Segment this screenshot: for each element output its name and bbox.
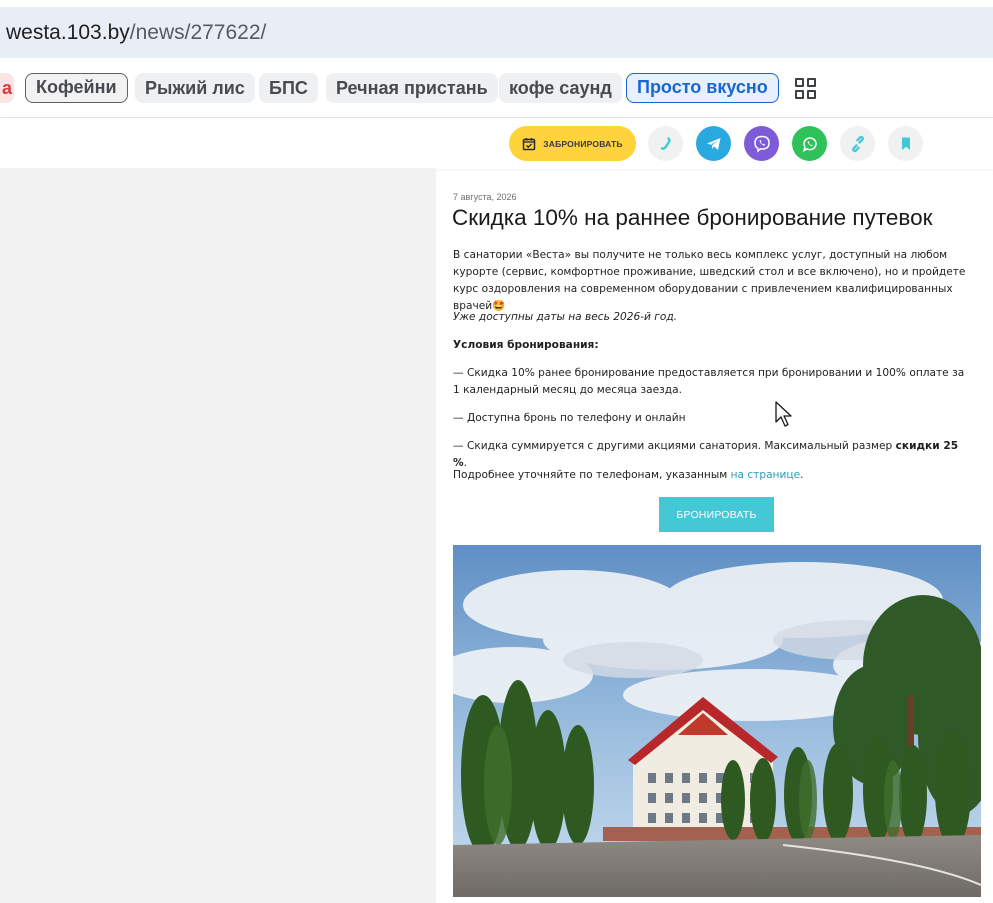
sanatorium-photo [453,545,981,897]
details-suffix: . [800,469,804,481]
whatsapp-button[interactable] [792,126,827,161]
url-text[interactable]: westa.103.by/news/277622/ [6,21,266,45]
chip-ryzhiy-lis[interactable]: Рыжий лис [135,73,255,103]
share-link-button[interactable] [840,126,875,161]
url-path: /news/277622/ [129,21,267,44]
share-link-icon [851,135,864,152]
condition-1: — Скидка 10% ранее бронирование предоста… [453,367,965,396]
bookmark-icon [901,137,910,150]
chip-cut[interactable]: а [0,73,14,103]
viber-button[interactable] [744,126,779,161]
chip-rechnaya-pristan[interactable]: Речная пристань [326,73,498,103]
bookmark-button[interactable] [888,126,923,161]
book-button-label: ЗАБРОНИРОВАТЬ [543,138,623,149]
conditions-heading-text: Условия бронирования: [453,339,599,351]
article-details: Подробнее уточняйте по телефонам, указан… [453,467,973,484]
chip-kofeyni[interactable]: Кофейни [25,73,128,103]
bookmarks-row: а Кофейни Рыжий лис БПС Речная пристань … [0,58,993,118]
chip-kofe-saund[interactable]: кофе саунд [499,73,622,103]
book-cta-button[interactable]: БРОНИРОВАТЬ [659,497,774,532]
availability-text: Уже доступны даты на весь 2026-й год. [453,311,678,323]
article-title: Скидка 10% на раннее бронирование путево… [452,205,933,230]
phone-button[interactable] [648,126,683,161]
book-button[interactable]: ЗАБРОНИРОВАТЬ [509,126,636,161]
condition-3-prefix: — Скидка суммируется с другими акциями с… [453,440,896,452]
page-left-area [0,168,436,903]
article-availability: Уже доступны даты на весь 2026-й год. [453,309,973,326]
telegram-icon [706,137,720,150]
article-intro: В санатории «Веста» вы получите не тольк… [453,249,966,312]
whatsapp-icon [802,136,817,152]
calendar-check-icon [523,137,536,150]
address-bar[interactable]: westa.103.by/news/277622/ [0,7,993,58]
details-prefix: Подробнее уточняйте по телефонам, указан… [453,469,731,481]
details-link[interactable]: на странице [731,469,801,481]
article-date: 7 августа, 2026 [453,192,517,202]
telegram-button[interactable] [696,126,731,161]
url-domain: westa.103.by [6,21,130,44]
phone-icon [660,136,671,150]
viber-icon [753,135,770,153]
mouse-cursor-icon [775,401,792,427]
chip-bps[interactable]: БПС [259,73,318,103]
conditions-heading: Условия бронирования: [453,337,973,354]
chip-prosto-vkusno[interactable]: Просто вкусно [626,73,779,103]
condition-2: — Доступна бронь по телефону и онлайн [453,412,686,424]
apps-grid-icon[interactable] [795,78,817,100]
